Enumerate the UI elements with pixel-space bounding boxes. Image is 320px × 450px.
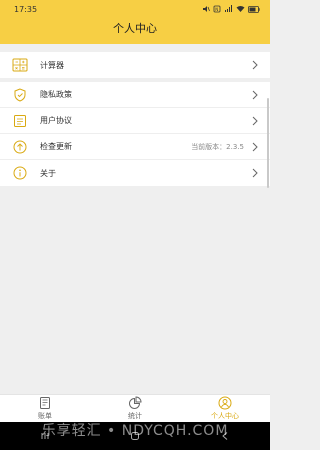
menu-item-about[interactable]: 关于	[0, 160, 270, 186]
user-icon	[218, 396, 232, 410]
shield-icon	[12, 87, 28, 103]
menu-item-agreement[interactable]: 用户协议	[0, 108, 270, 134]
chevron-right-icon	[252, 60, 258, 70]
tab-statistics[interactable]: 统计	[90, 395, 180, 422]
wifi-icon	[236, 6, 245, 12]
status-bar: 17:35 N	[0, 0, 270, 18]
mute-icon	[203, 6, 210, 12]
menu-item-label: 关于	[40, 168, 56, 178]
menu-item-label: 用户协议	[40, 116, 72, 125]
menu-item-calculator[interactable]: 计算器	[0, 52, 270, 78]
info-icon	[12, 165, 28, 181]
pie-chart-icon	[129, 396, 142, 409]
page-title: 个人中心	[113, 22, 157, 35]
nfc-icon: N	[213, 5, 221, 13]
status-time: 17:35	[14, 4, 38, 14]
menu-list: 计算器 隐私政策 用户协议 检查更新 当前版本：2.3.5 关于	[0, 52, 270, 186]
menu-item-update[interactable]: 检查更新 当前版本：2.3.5	[0, 134, 270, 160]
back-icon[interactable]	[220, 431, 230, 441]
signal-icon	[225, 5, 232, 12]
bill-icon	[40, 397, 50, 409]
tab-label: 个人中心	[211, 412, 239, 420]
tab-label: 账单	[38, 412, 52, 420]
header-bar: 17:35 N 个人中心	[0, 0, 270, 44]
menu-item-label: 隐私政策	[40, 90, 72, 99]
chevron-right-icon	[252, 142, 258, 151]
chevron-right-icon	[252, 90, 258, 99]
menu-group-info: 隐私政策 用户协议 检查更新 当前版本：2.3.5 关于	[0, 82, 270, 186]
menu-item-label: 检查更新	[40, 142, 72, 151]
status-icons: N	[202, 5, 260, 13]
tab-profile[interactable]: 个人中心	[180, 395, 270, 422]
menu-group-tools: 计算器	[0, 52, 270, 78]
tab-label: 统计	[128, 412, 142, 420]
version-text: 当前版本：2.3.5	[191, 142, 244, 151]
upload-arrow-icon	[12, 139, 28, 155]
menu-item-privacy[interactable]: 隐私政策	[0, 82, 270, 108]
home-icon[interactable]	[130, 431, 140, 441]
bottom-tab-bar: 账单 统计 个人中心	[0, 394, 270, 422]
document-icon	[12, 113, 28, 129]
scrollbar[interactable]	[267, 98, 269, 188]
menu-item-label: 计算器	[40, 60, 64, 70]
recent-apps-icon[interactable]	[40, 431, 50, 441]
system-nav-bar	[0, 422, 270, 450]
chevron-right-icon	[252, 116, 258, 125]
battery-icon	[248, 5, 260, 13]
calculator-icon	[12, 57, 28, 73]
svg-text:N: N	[215, 7, 218, 12]
chevron-right-icon	[252, 168, 258, 178]
tab-bill[interactable]: 账单	[0, 395, 90, 422]
